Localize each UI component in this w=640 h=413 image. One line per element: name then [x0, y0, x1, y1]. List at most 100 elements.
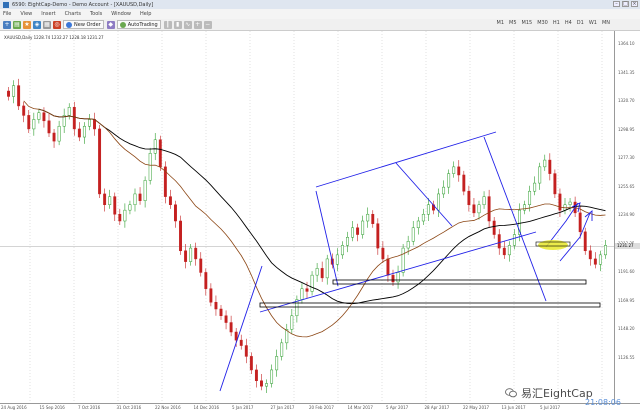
- candle-body: [512, 234, 516, 246]
- current-price-label: 1231.27: [615, 243, 640, 250]
- candle-body: [214, 301, 218, 310]
- new-order-label: New Order: [74, 21, 101, 28]
- candle-body: [184, 250, 188, 262]
- time-tick: 5 Apr 2017: [386, 405, 409, 410]
- close-button[interactable]: ×: [631, 1, 638, 7]
- time-tick: 28 Apr 2017: [424, 405, 450, 410]
- candle-body: [52, 132, 56, 142]
- candle-body: [528, 190, 532, 206]
- candle-body: [523, 204, 526, 211]
- candle-body: [315, 268, 319, 276]
- profiles-icon[interactable]: ▤: [13, 20, 21, 29]
- price-tick: 1191.60: [618, 269, 635, 274]
- candle-body: [452, 166, 456, 174]
- time-tick: 7 Oct 2016: [78, 405, 101, 410]
- candle-body: [416, 220, 420, 229]
- candle-body: [229, 322, 233, 333]
- highlight-marker: [538, 240, 568, 250]
- candle-body: [57, 125, 61, 142]
- time-tick: 20 Feb 2017: [309, 405, 334, 410]
- menu-view[interactable]: View: [20, 11, 32, 17]
- terminal-icon[interactable]: ▦: [43, 20, 51, 29]
- tf-h1[interactable]: H1: [553, 20, 560, 26]
- candle-body: [189, 247, 193, 262]
- candle-body: [249, 356, 253, 371]
- candle-body: [361, 220, 365, 235]
- candle-body: [593, 258, 597, 265]
- strategy-tester-icon[interactable]: ◎: [53, 20, 61, 29]
- tf-d1[interactable]: D1: [577, 20, 584, 26]
- price-axis[interactable]: 1364.10 1341.35 1320.70 1298.95 1277.30 1255.…: [614, 31, 640, 403]
- candle-body: [260, 380, 263, 387]
- tf-m5[interactable]: M5: [509, 20, 517, 26]
- tf-m1[interactable]: M1: [497, 20, 505, 26]
- candle-body: [598, 254, 602, 265]
- autotrading-button[interactable]: AutoTrading: [116, 20, 161, 29]
- candle-body: [22, 105, 26, 116]
- new-order-button[interactable]: New Order: [63, 20, 104, 29]
- channel-upper-line: [315, 131, 497, 188]
- menu-window[interactable]: Window: [111, 11, 131, 17]
- watermark-text: 易汇EightCap: [521, 387, 593, 400]
- candle-body: [234, 331, 238, 341]
- channel-lower-line: [259, 231, 537, 313]
- new-chart-icon[interactable]: +: [3, 20, 11, 29]
- toolbar: + ▤ ★ ◈ ▦ ◎ New Order ◆ AutoTrading ┃ ▮ …: [0, 19, 640, 31]
- tf-h4[interactable]: H4: [565, 20, 572, 26]
- candle-body: [487, 196, 491, 222]
- candle-body: [502, 247, 506, 256]
- tf-mn[interactable]: MN: [602, 20, 610, 26]
- candle-body: [305, 288, 309, 292]
- price-tick: 1320.70: [618, 98, 635, 103]
- line-chart-icon[interactable]: ∿: [183, 20, 192, 29]
- candle-body: [93, 119, 96, 130]
- menu-insert[interactable]: Insert: [41, 11, 55, 17]
- candle-body: [472, 204, 476, 214]
- tf-w1[interactable]: W1: [589, 20, 597, 26]
- autotrading-label: AutoTrading: [127, 21, 158, 28]
- support-zone-box-1: [332, 279, 587, 285]
- price-chart[interactable]: [0, 31, 614, 403]
- autotrading-icon: [119, 21, 126, 28]
- tf-m30[interactable]: M30: [537, 20, 548, 26]
- candle-body: [366, 213, 370, 222]
- window-controls: – □ ×: [613, 1, 638, 7]
- candle-body: [351, 227, 354, 238]
- menu-tools[interactable]: Tools: [90, 11, 102, 17]
- bar-chart-icon[interactable]: ┃: [163, 20, 172, 29]
- candle-body: [411, 227, 415, 242]
- watermark: 易汇EightCap: [505, 385, 593, 401]
- candle-body: [604, 245, 607, 256]
- market-watch-icon[interactable]: ★: [23, 20, 31, 29]
- menu-charts[interactable]: Charts: [65, 11, 81, 17]
- candle-body: [482, 196, 486, 206]
- time-tick: 5 Jan 2017: [232, 405, 254, 410]
- menu-help[interactable]: Help: [140, 11, 151, 17]
- candle-body: [376, 223, 380, 249]
- candle-body: [588, 250, 592, 260]
- metaeditor-icon[interactable]: ◆: [106, 20, 115, 29]
- zoom-out-icon[interactable]: −: [203, 20, 212, 29]
- candle-body: [371, 213, 375, 224]
- price-tick: 1169.95: [618, 297, 635, 303]
- candle-body: [32, 119, 36, 130]
- zoom-in-icon[interactable]: +: [193, 20, 202, 29]
- tf-m15[interactable]: M15: [522, 20, 533, 26]
- time-tick: 31 Oct 2016: [116, 405, 142, 410]
- title-bar: 6590: EightCap-Demo - Demo Account - [XA…: [0, 0, 640, 9]
- candle-body: [199, 258, 203, 273]
- maximize-button[interactable]: □: [622, 1, 629, 7]
- minimize-button[interactable]: –: [613, 1, 620, 7]
- price-tick: 1298.95: [618, 126, 635, 132]
- candle-body: [548, 159, 552, 174]
- candle-body: [310, 274, 314, 292]
- time-axis[interactable]: 24 Aug 2016 15 Sep 2016 7 Oct 2016 31 Oct 2…: [0, 403, 640, 413]
- chart-area[interactable]: [0, 31, 614, 403]
- menu-file[interactable]: File: [3, 11, 11, 17]
- candle-body: [17, 85, 21, 107]
- candlestick-icon[interactable]: ▮: [173, 20, 182, 29]
- navigator-icon[interactable]: ◈: [33, 20, 41, 29]
- clock: 21:08:06: [585, 398, 621, 407]
- candle-body: [82, 125, 86, 138]
- candle-body: [396, 272, 400, 283]
